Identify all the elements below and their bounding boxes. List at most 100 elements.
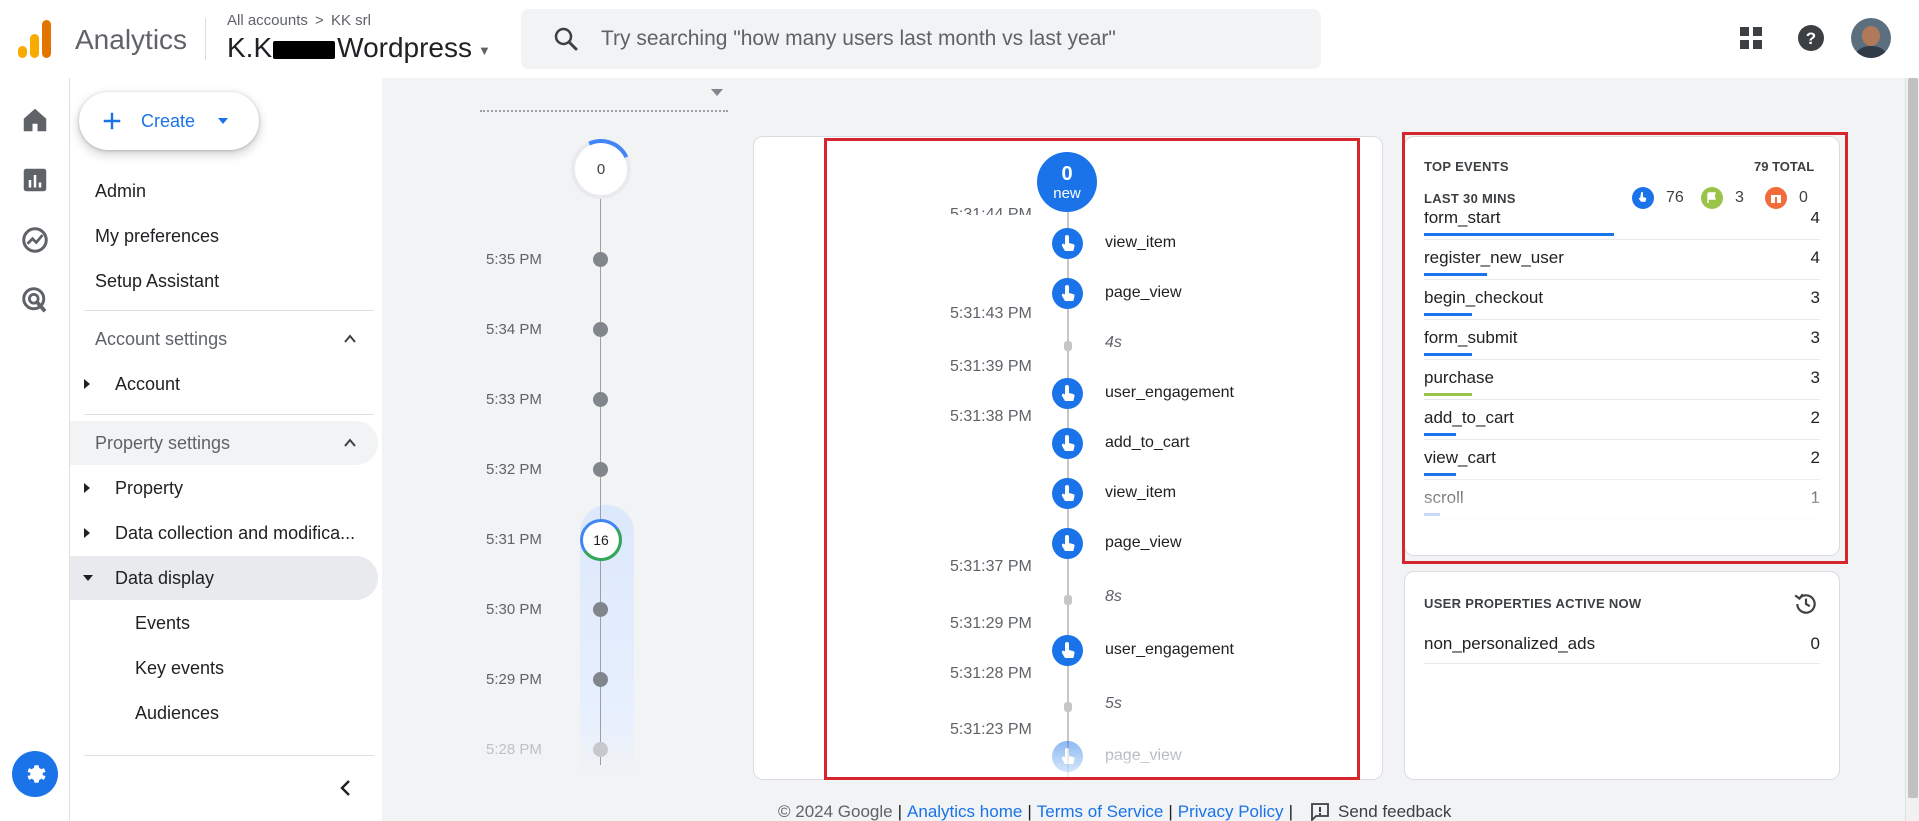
- chevron-up-icon: [344, 438, 356, 447]
- nav-label: Data display: [115, 567, 215, 588]
- expand-arrow-icon: [84, 528, 90, 538]
- timeline-time-label: 5:29 PM: [486, 671, 542, 688]
- account-avatar[interactable]: [1851, 18, 1891, 58]
- expand-arrow-icon: [84, 379, 90, 389]
- property-name-suffix: Wordpress: [337, 32, 472, 63]
- avatar-body: [1856, 46, 1886, 58]
- collapse-panel-chevron-left-icon[interactable]: [334, 776, 358, 800]
- property-selector[interactable]: K.K Wordpress ▼: [227, 32, 491, 64]
- user-property-name: non_personalized_ads: [1424, 634, 1596, 653]
- nav-label: Property: [115, 477, 184, 498]
- highlight-box-event-stream: [824, 138, 1360, 780]
- timeline-time-label: 5:32 PM: [486, 461, 542, 478]
- reports-icon[interactable]: [20, 165, 50, 195]
- search-placeholder: Try searching "how many users last month…: [601, 27, 1116, 50]
- breadcrumb-account: KK srl: [330, 12, 371, 29]
- redaction-mark: [273, 41, 336, 59]
- nav-data-display[interactable]: Data display: [70, 556, 378, 600]
- create-label: Create: [141, 110, 196, 131]
- avatar-face: [1862, 26, 1880, 46]
- create-button[interactable]: Create: [79, 92, 259, 150]
- nav-data-collection[interactable]: Data collection and modifica...: [70, 511, 378, 555]
- footer-separator: |: [1027, 802, 1032, 821]
- search-bar[interactable]: Try searching "how many users last month…: [521, 9, 1321, 69]
- section-title: Account settings: [95, 328, 228, 349]
- feedback-icon: [1311, 803, 1329, 821]
- nav-divider: [84, 755, 374, 756]
- admin-side-panel: Create Admin My preferences Setup Assist…: [70, 78, 382, 821]
- nav-label: Data collection and modifica...: [115, 522, 356, 543]
- timeline-minute-dot[interactable]: [593, 252, 608, 267]
- svg-text:?: ?: [1806, 29, 1816, 48]
- scrollbar-thumb[interactable]: [1908, 78, 1918, 798]
- nav-property[interactable]: Property: [70, 466, 378, 510]
- footer-separator: |: [897, 802, 903, 821]
- plus-icon: [103, 112, 121, 130]
- breadcrumb-root: All accounts: [227, 12, 308, 29]
- nav-label: Account: [115, 373, 181, 394]
- explore-icon[interactable]: [20, 225, 50, 255]
- timeline-time-label: 5:28 PM: [486, 741, 542, 758]
- timeline-minute-dot[interactable]: [593, 742, 608, 757]
- timeline-time-label: 5:31 PM: [486, 531, 542, 548]
- advertising-icon[interactable]: [20, 285, 50, 315]
- timeline-minute-dot[interactable]: [593, 462, 608, 477]
- timeline-time-label: 5:35 PM: [486, 251, 542, 268]
- footer-separator: |: [1288, 802, 1293, 821]
- nav-key-events[interactable]: Key events: [135, 658, 224, 679]
- timeline-dotted-rule: [480, 110, 728, 112]
- home-icon[interactable]: [20, 105, 50, 135]
- nav-setup-assistant[interactable]: Setup Assistant: [95, 271, 219, 292]
- top-header: Analytics All accounts > KK srl K.K Word…: [0, 0, 1919, 78]
- timeline-minute-dot[interactable]: [593, 322, 608, 337]
- timeline-time-label: 5:34 PM: [486, 321, 542, 338]
- send-feedback-button[interactable]: Send feedback: [1310, 802, 1451, 821]
- timeline-time-label: 5:30 PM: [486, 601, 542, 618]
- highlight-box-top-events: [1402, 132, 1848, 564]
- nav-divider: [84, 414, 374, 415]
- timeline-minute-dot[interactable]: [593, 602, 608, 617]
- nav-divider: [84, 310, 374, 311]
- analytics-home-link[interactable]: Analytics home: [907, 802, 1022, 821]
- help-icon[interactable]: ?: [1795, 22, 1827, 54]
- gear-icon: [27, 765, 46, 783]
- chevron-down-icon: [218, 118, 229, 124]
- analytics-logo-icon[interactable]: [18, 20, 52, 58]
- timeline-time-label: 5:33 PM: [486, 391, 542, 408]
- expand-arrow-icon: [84, 483, 90, 493]
- nav-admin[interactable]: Admin: [95, 181, 146, 202]
- user-property-row[interactable]: non_personalized_ads 0: [1424, 628, 1820, 664]
- timeline-top-progress-arc: [562, 130, 640, 208]
- apps-grid-icon[interactable]: [1735, 22, 1767, 54]
- account-settings-section[interactable]: Account settings: [70, 317, 378, 361]
- nav-audiences[interactable]: Audiences: [135, 703, 219, 724]
- user-properties-title: USER PROPERTIES ACTIVE NOW: [1424, 596, 1642, 611]
- history-icon[interactable]: [1793, 591, 1819, 617]
- privacy-policy-link[interactable]: Privacy Policy: [1178, 802, 1284, 821]
- timeline-dropdown-icon[interactable]: [711, 89, 723, 96]
- footer-separator: |: [1168, 802, 1173, 821]
- user-property-value: 0: [1810, 634, 1820, 653]
- property-settings-section[interactable]: Property settings: [70, 421, 378, 465]
- header-divider: [205, 18, 206, 60]
- copyright-text: © 2024 Google: [778, 802, 893, 821]
- timeline-minute-dot[interactable]: [593, 392, 608, 407]
- collapse-arrow-icon: [83, 575, 93, 581]
- admin-gear-button[interactable]: [12, 751, 58, 797]
- breadcrumb[interactable]: All accounts > KK srl: [227, 12, 371, 29]
- send-feedback-label: Send feedback: [1337, 802, 1452, 821]
- page-scrollbar[interactable]: [1905, 78, 1919, 821]
- terms-of-service-link[interactable]: Terms of Service: [1037, 802, 1164, 821]
- page-footer: © 2024 Google | Analytics home | Terms o…: [778, 802, 1451, 821]
- nav-account[interactable]: Account: [70, 362, 378, 406]
- dropdown-caret-icon: ▼: [478, 42, 491, 58]
- breadcrumb-separator: >: [315, 12, 324, 29]
- property-name-prefix: K.K: [227, 32, 273, 63]
- nav-my-preferences[interactable]: My preferences: [95, 226, 219, 247]
- section-title: Property settings: [95, 432, 231, 453]
- left-rail: [0, 78, 70, 821]
- search-icon: [554, 27, 578, 51]
- nav-events[interactable]: Events: [135, 613, 190, 634]
- timeline-minute-dot[interactable]: [593, 672, 608, 687]
- app-name: Analytics: [75, 24, 188, 55]
